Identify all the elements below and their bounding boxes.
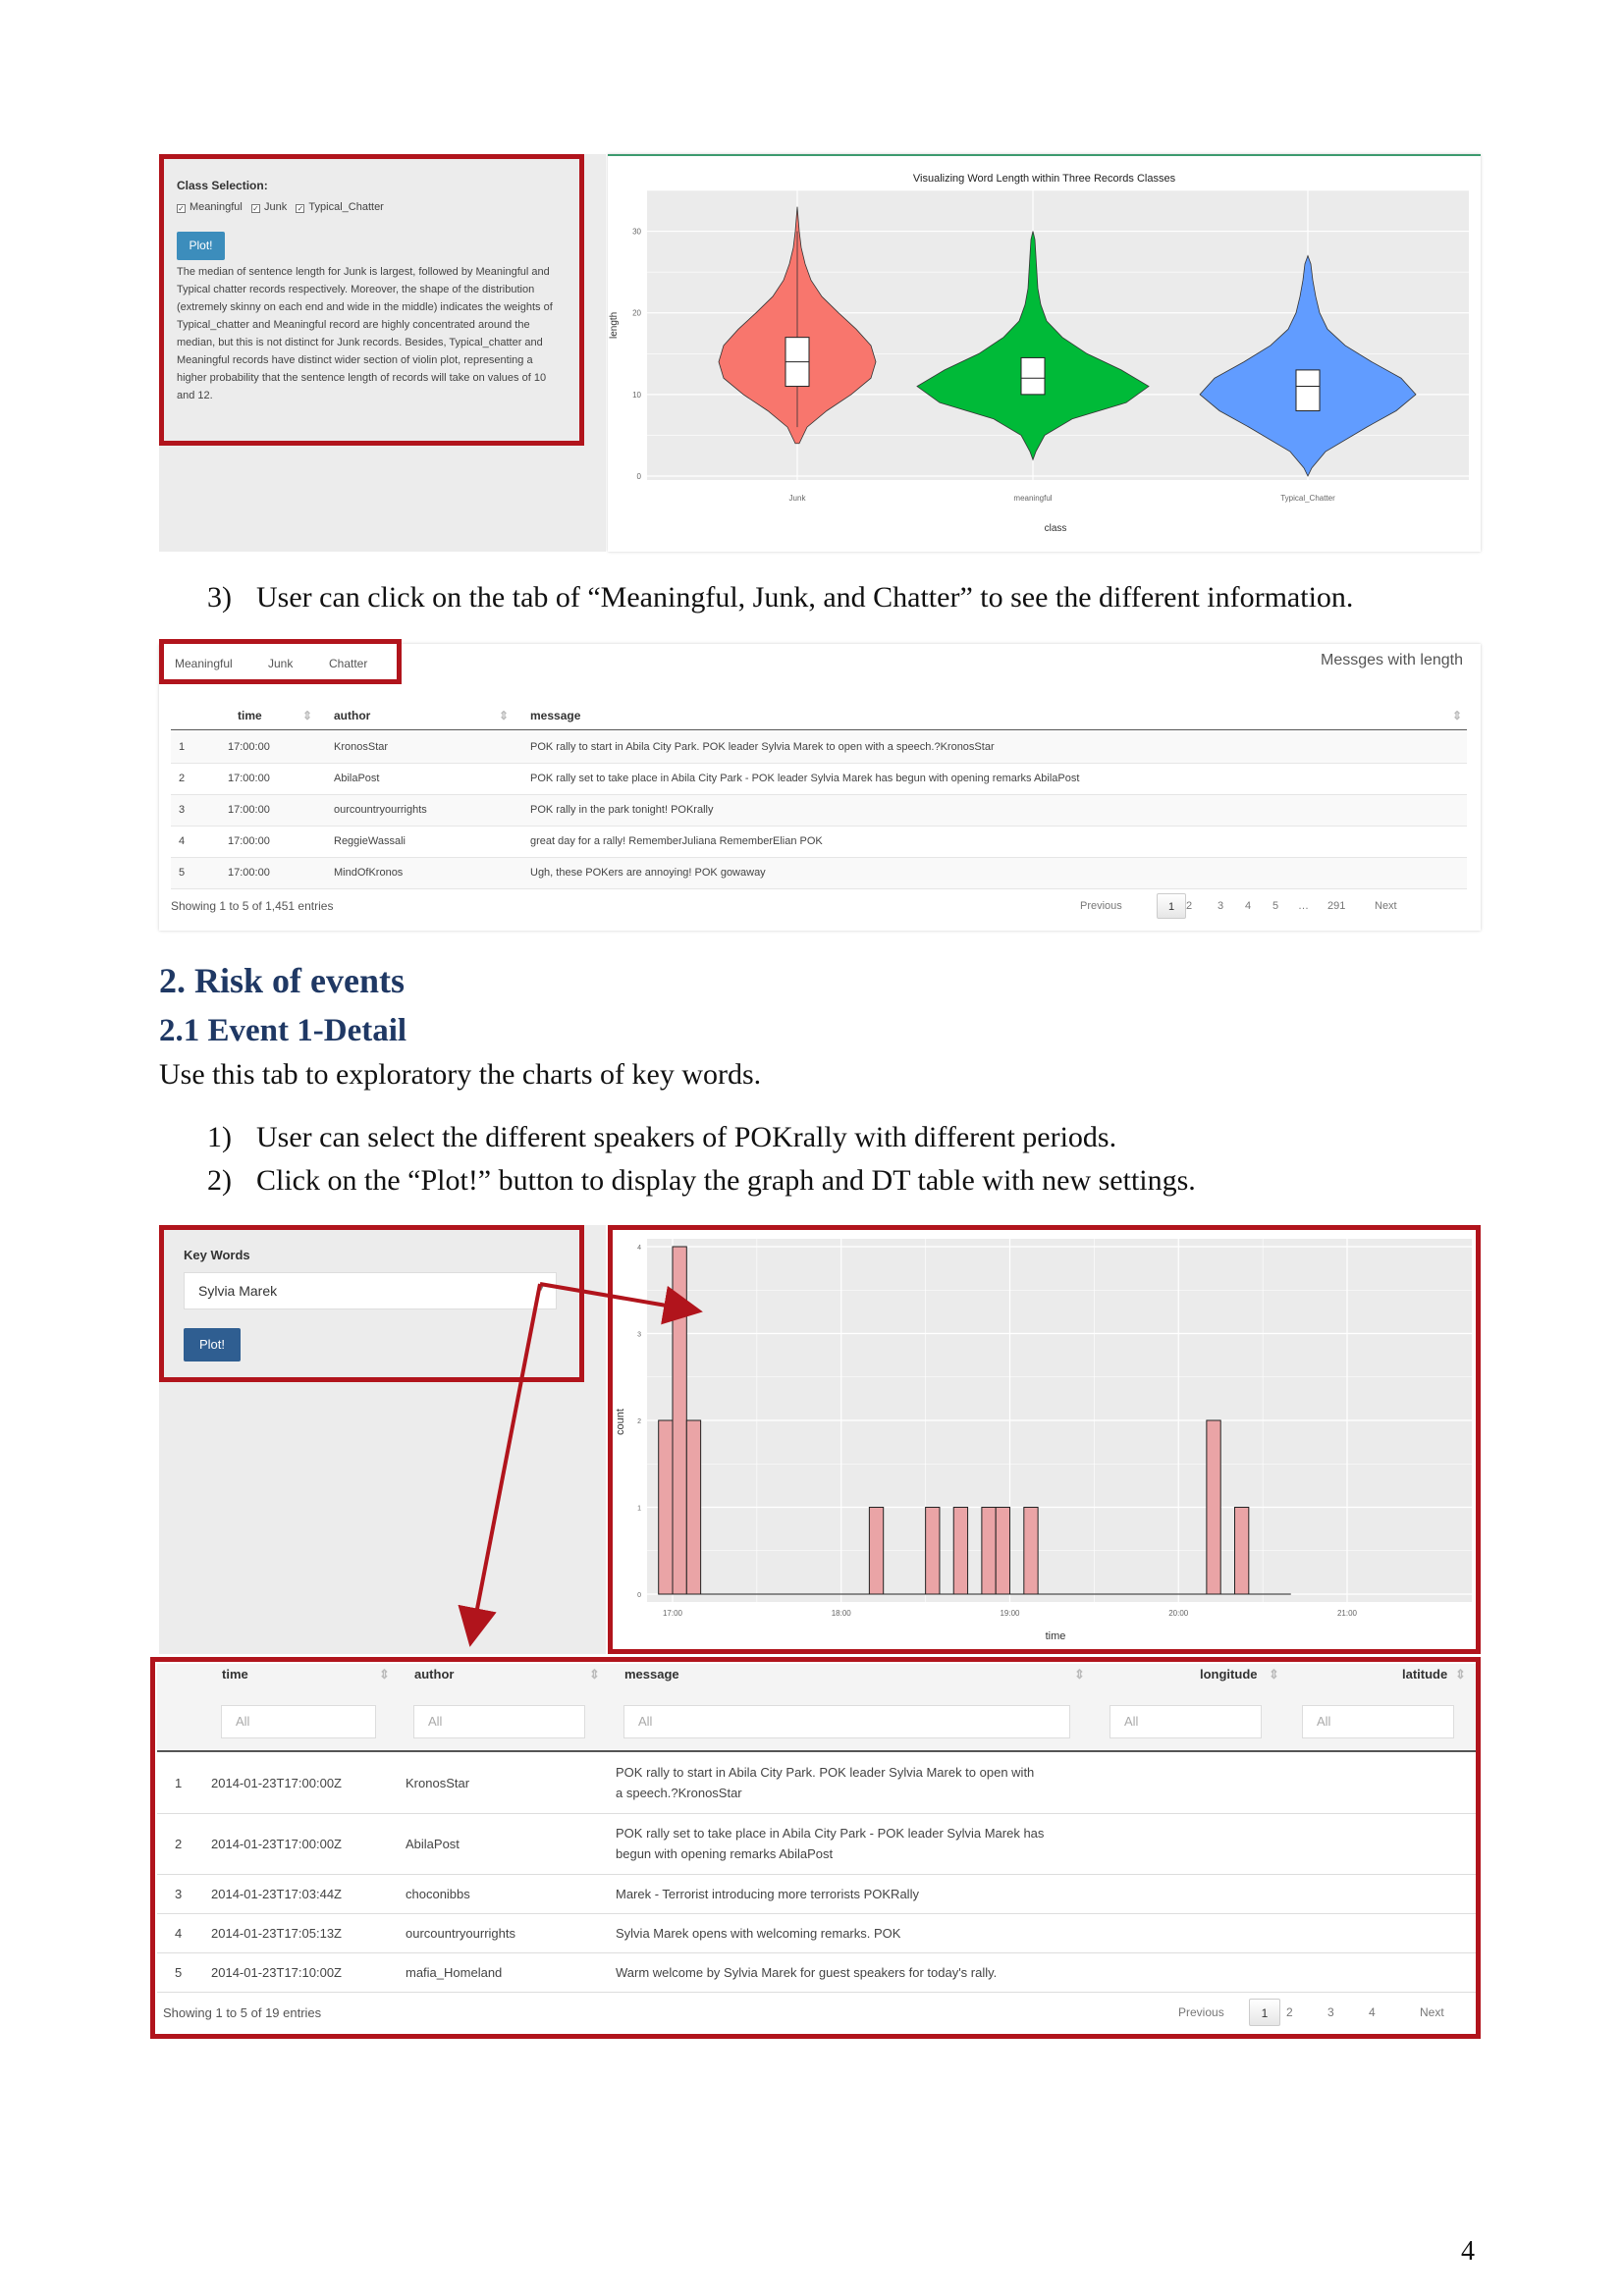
row-time: 17:00:00 — [228, 741, 270, 753]
messages-header-row: time ⇕ author ⇕ message ⇕ — [171, 701, 1467, 730]
table-row: 4 17:00:00 ReggieWassali great day for a ra… — [171, 827, 1467, 858]
page-link[interactable]: … — [1298, 893, 1309, 919]
page-link[interactable]: 291 — [1327, 893, 1345, 919]
page-link[interactable]: 5 — [1272, 893, 1278, 919]
row-message: Ugh, these POKers are annoying! POK gowa… — [530, 867, 766, 879]
violin-chart: 30 20 10 0 Junk meaningful Typical_Chatter — [632, 189, 1469, 503]
sort-icon[interactable]: ⇕ — [1452, 709, 1462, 722]
row-index: 5 — [179, 867, 186, 879]
row-time: 17:00:00 — [228, 773, 270, 784]
row-time: 17:00:00 — [228, 835, 270, 847]
row-author: KronosStar — [334, 741, 389, 753]
table-row: 5 17:00:00 MindOfKronos Ugh, these POKers a… — [171, 858, 1467, 889]
table-row: 1 17:00:00 KronosStar POK rally to start in… — [171, 732, 1467, 764]
col-header-message[interactable]: message — [530, 709, 580, 722]
red-highlight-dt-table — [150, 1657, 1481, 2039]
page-link[interactable]: 2 — [1186, 893, 1192, 919]
row-time: 17:00:00 — [228, 804, 270, 816]
step-2-text: Click on the “Plot!” button to display t… — [256, 1164, 1196, 1197]
violin-xlabel: class — [1044, 523, 1067, 534]
messages-heading: Messges with length — [1321, 652, 1463, 668]
table-row: 2 17:00:00 AbilaPost POK rally set to take … — [171, 764, 1467, 795]
row-index: 1 — [179, 741, 186, 753]
violin-ylabel: length — [609, 311, 620, 339]
violin-y-tick-label: 20 — [632, 309, 641, 318]
violin-x-ticks: Junk meaningful Typical_Chatter — [789, 494, 1336, 503]
subsection-heading: 2.1 Event 1-Detail — [159, 1013, 407, 1048]
red-highlight-tabs — [159, 639, 402, 684]
step-1-text: User can select the different speakers o… — [256, 1121, 1117, 1153]
sort-icon[interactable]: ⇕ — [499, 709, 509, 722]
row-message: POK rally set to take place in Abila Cit… — [530, 773, 1080, 784]
messages-pagination: Previous 1 2 3 4 5 … 291 Next — [1080, 893, 1469, 919]
page-number: 4 — [1461, 2236, 1475, 2267]
page-link[interactable]: 3 — [1218, 893, 1223, 919]
row-index: 3 — [179, 804, 186, 816]
page-link[interactable]: Previous — [1080, 893, 1122, 919]
red-highlight-histogram — [608, 1225, 1481, 1654]
section-heading: 2. Risk of events — [159, 961, 405, 1000]
violin-x-tick-label: Typical_Chatter — [1280, 494, 1335, 503]
col-header-time[interactable]: time — [238, 709, 262, 722]
row-time: 17:00:00 — [228, 867, 270, 879]
violin-y-tick-label: 0 — [637, 472, 642, 481]
red-highlight-keywords — [159, 1225, 584, 1382]
row-author: MindOfKronos — [334, 867, 404, 879]
row-index: 2 — [179, 773, 186, 784]
violin-x-tick-label: meaningful — [1013, 494, 1052, 503]
row-author: ReggieWassali — [334, 835, 406, 847]
step-3-text: User can click on the tab of “Meaningful… — [256, 581, 1354, 614]
row-message: POK rally to start in Abila City Park. P… — [530, 741, 995, 753]
violin-box — [1020, 356, 1046, 396]
page-link[interactable]: Next — [1375, 893, 1397, 919]
row-author: ourcountryourrights — [334, 804, 427, 816]
step-2-number: 2) — [207, 1164, 232, 1197]
page-link[interactable]: 4 — [1245, 893, 1251, 919]
violin-x-tick-label: Junk — [789, 494, 807, 503]
sort-icon[interactable]: ⇕ — [302, 709, 312, 722]
table-row: 3 17:00:00 ourcountryourrights POK rally in… — [171, 795, 1467, 827]
violin-y-tick-label: 10 — [632, 391, 641, 400]
row-message: POK rally in the park tonight! POKrally — [530, 804, 714, 816]
messages-info: Showing 1 to 5 of 1,451 entries — [171, 899, 334, 913]
row-message: great day for a rally! RememberJuliana R… — [530, 835, 823, 847]
red-highlight-class-selection — [159, 154, 584, 446]
messages-table: time ⇕ author ⇕ message ⇕ 1 17:00:00 Krono… — [171, 693, 1467, 889]
col-header-author[interactable]: author — [334, 709, 370, 722]
step-1-number: 1) — [207, 1121, 232, 1153]
violin-y-tick-label: 30 — [632, 228, 641, 237]
row-author: AbilaPost — [334, 773, 380, 784]
page-link[interactable]: 1 — [1157, 893, 1186, 919]
violin-box — [1295, 369, 1321, 411]
section-intro: Use this tab to exploratory the charts o… — [159, 1058, 762, 1091]
row-index: 4 — [179, 835, 186, 847]
violin-y-ticks: 30 20 10 0 — [632, 228, 641, 481]
step-3-number: 3) — [207, 581, 232, 614]
